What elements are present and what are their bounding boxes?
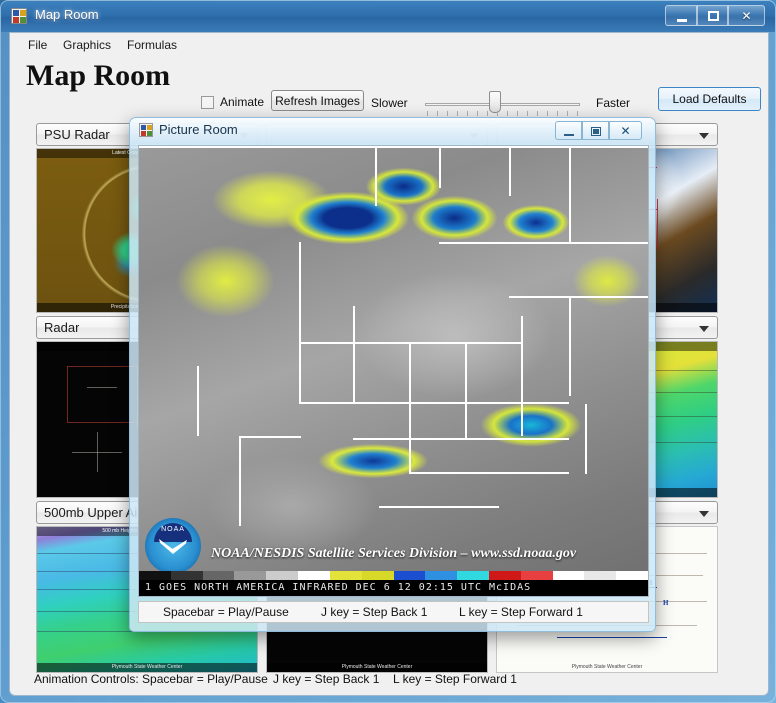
picture-room-title: Picture Room [159, 122, 238, 137]
color-scale-bar [139, 571, 648, 580]
picture-room-status-bar: Spacebar = Play/Pause J key = Step Back … [138, 601, 649, 623]
animate-label: Animate [220, 95, 265, 109]
chevron-down-icon [699, 511, 709, 517]
minimize-icon [677, 19, 687, 22]
window-titlebar: Map Room ✕ [1, 1, 775, 32]
close-icon: ✕ [741, 9, 752, 23]
window-maximize-button[interactable] [697, 5, 728, 26]
slider-max-label: Faster [596, 96, 631, 110]
app-icon [11, 8, 27, 24]
combo-radar-value: Radar [44, 320, 80, 335]
window-close-button[interactable]: ✕ [728, 5, 765, 26]
picture-room-maximize-button[interactable] [582, 121, 609, 140]
speed-slider-thumb[interactable] [489, 91, 501, 113]
status-animation-controls: Animation Controls: Spacebar = Play/Paus… [34, 672, 268, 686]
load-defaults-button[interactable]: Load Defaults [658, 87, 761, 111]
map-room-window: Map Room ✕ File Graphics Formulas Map Ro… [0, 0, 776, 703]
satellite-caption: NOAA/NESDIS Satellite Services Division … [210, 546, 577, 561]
status-bar: Animation Controls: Spacebar = Play/Paus… [10, 665, 768, 695]
menu-item-file[interactable]: File [24, 37, 51, 54]
maximize-icon [708, 11, 719, 21]
menu-item-formulas[interactable]: Formulas [123, 37, 181, 54]
checkbox-icon[interactable] [201, 96, 214, 109]
satellite-image-viewer[interactable]: NOAA NOAA/NESDIS Satellite Services Divi… [138, 145, 649, 597]
satellite-infrared-image [139, 146, 648, 596]
satellite-status-text: 1 GOES NORTH AMERICA INFRARED DEC 6 12 0… [139, 580, 648, 596]
combo-psu-radar-value: PSU Radar [44, 127, 110, 142]
combo-500mb-value: 500mb Upper Air [44, 505, 142, 520]
picture-room-titlebar[interactable]: Picture Room ✕ [130, 118, 655, 144]
close-icon: ✕ [620, 124, 631, 138]
picture-room-minimize-button[interactable] [555, 121, 582, 140]
minimize-icon [564, 134, 574, 136]
window-title: Map Room [35, 7, 99, 22]
picture-room-icon [139, 123, 153, 137]
status-lkey-hint: L key = Step Forward 1 [459, 605, 583, 619]
picture-room-close-button[interactable]: ✕ [609, 121, 642, 140]
status-lkey: L key = Step Forward 1 [393, 672, 517, 686]
client-area: File Graphics Formulas Map Room Animate … [9, 32, 769, 696]
menu-item-graphics[interactable]: Graphics [59, 37, 115, 54]
speed-slider-track[interactable] [425, 103, 580, 106]
status-jkey-hint: J key = Step Back 1 [321, 605, 428, 619]
chevron-down-icon [699, 133, 709, 139]
picture-room-window[interactable]: Picture Room ✕ NOAA NOAA/NESDIS Satellit… [129, 117, 656, 632]
chevron-down-icon [699, 326, 709, 332]
status-jkey: J key = Step Back 1 [273, 672, 380, 686]
menubar: File Graphics Formulas [10, 33, 768, 57]
page-title: Map Room [26, 59, 171, 92]
status-spacebar-hint: Spacebar = Play/Pause [163, 605, 289, 619]
slider-min-label: Slower [371, 96, 408, 110]
refresh-images-button[interactable]: Refresh Images [271, 90, 364, 111]
window-minimize-button[interactable] [665, 5, 697, 26]
